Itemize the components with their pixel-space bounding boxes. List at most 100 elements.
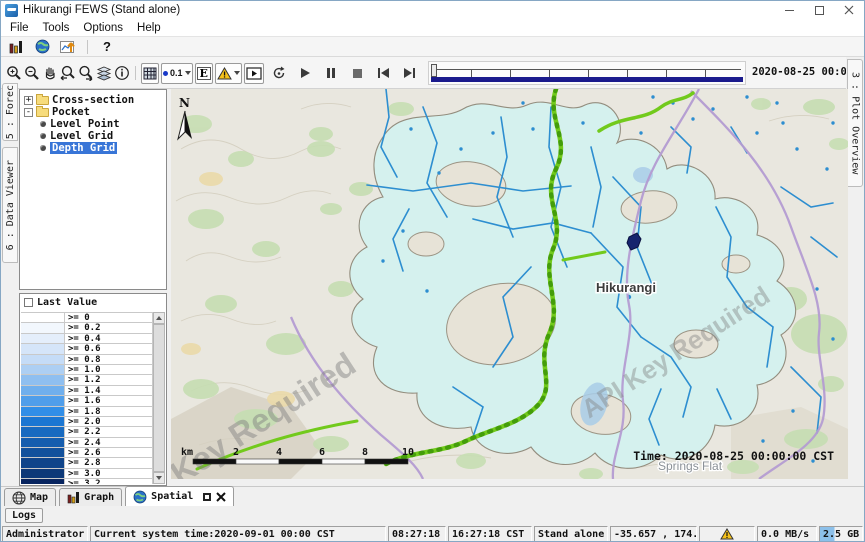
- zoom-next-button[interactable]: [77, 62, 95, 84]
- info-button[interactable]: [113, 62, 131, 84]
- class-break-dropdown[interactable]: 0.1: [161, 63, 193, 84]
- maximize-icon: [815, 6, 824, 15]
- stop-icon: [353, 69, 362, 78]
- pan-button[interactable]: [41, 62, 59, 84]
- tree-node-cross-section[interactable]: + Cross-section: [22, 94, 164, 106]
- legend-label: >= 0: [65, 313, 152, 322]
- legend-row: >= 3.0: [21, 469, 152, 479]
- legend-swatch: [21, 479, 65, 484]
- legend-row: >= 2.2: [21, 427, 152, 437]
- status-warning[interactable]: [699, 526, 755, 542]
- menu-options[interactable]: Options: [76, 22, 130, 34]
- scrollbar-thumb[interactable]: [153, 324, 165, 472]
- tree-node-pocket[interactable]: - Pocket: [22, 106, 164, 118]
- tree-node-level-point[interactable]: Level Point: [22, 118, 164, 130]
- scroll-up-button[interactable]: [153, 312, 165, 324]
- map-display-button[interactable]: [31, 38, 53, 56]
- layers-button[interactable]: [95, 62, 113, 84]
- legend-swatch: [21, 375, 65, 384]
- warning-dropdown[interactable]: [215, 63, 242, 84]
- application-window: Hikurangi FEWS (Stand alone) File Tools …: [0, 0, 865, 542]
- legend-swatch: [21, 334, 65, 343]
- label-toggle-button[interactable]: E: [195, 63, 213, 84]
- window-controls: [774, 1, 864, 19]
- legend-rows: >= 0>= 0.2>= 0.4>= 0.6>= 0.8>= 1.0>= 1.2…: [21, 312, 152, 484]
- play-button[interactable]: [297, 62, 314, 84]
- timeseries-button[interactable]: [57, 38, 79, 56]
- zoom-in-button[interactable]: [5, 62, 23, 84]
- minimize-button[interactable]: [774, 1, 804, 19]
- legend-swatch: [21, 438, 65, 447]
- tree-node-label: Pocket: [52, 106, 90, 118]
- zoom-out-button[interactable]: [23, 62, 41, 84]
- legend-swatch: [21, 458, 65, 467]
- time-slider-thumb[interactable]: [431, 64, 437, 77]
- tab-spatial[interactable]: Spatial: [125, 486, 234, 506]
- legend-label: >= 1.6: [65, 396, 152, 405]
- legend-label: >= 1.2: [65, 375, 152, 384]
- time-slider-ticks: [433, 69, 741, 77]
- tab-map[interactable]: Map: [4, 488, 56, 506]
- tab-data-viewer[interactable]: 6 : Data Viewer: [2, 147, 18, 263]
- status-bar: Administrator Current system time:2020-0…: [1, 525, 864, 542]
- zoom-previous-button[interactable]: [59, 62, 77, 84]
- animation-settings-button[interactable]: [270, 62, 288, 84]
- maximize-panel-icon[interactable]: [203, 493, 211, 501]
- legend-panel: Last Value >= 0>= 0.2>= 0.4>= 0.6>= 0.8>…: [19, 293, 167, 486]
- legend-label: >= 2.6: [65, 448, 152, 457]
- last-value-label: Last Value: [37, 297, 97, 308]
- zoom-in-icon: [6, 65, 22, 81]
- tree-node-depth-grid[interactable]: Depth Grid: [22, 142, 164, 154]
- tab-graph[interactable]: Graph: [59, 488, 122, 506]
- menu-help[interactable]: Help: [130, 22, 168, 34]
- globe-icon: [133, 490, 147, 504]
- legend-scrollbar[interactable]: [152, 312, 165, 484]
- chevron-down-icon: [185, 71, 191, 75]
- data-display-button[interactable]: [5, 38, 27, 56]
- tree-node-label-selected: Depth Grid: [50, 142, 117, 154]
- stop-button[interactable]: [349, 62, 366, 84]
- tab-plot-overview[interactable]: 3 : Plot Overview: [847, 59, 863, 187]
- last-value-checkbox[interactable]: [24, 298, 33, 307]
- arrow-up-icon: [156, 316, 162, 320]
- bar-chart-icon: [67, 491, 80, 504]
- map-canvas[interactable]: API Key Required API Key Required Hikura…: [171, 89, 848, 479]
- last-frame-button[interactable]: [401, 62, 418, 84]
- dot-icon: [163, 71, 168, 76]
- export-animation-button[interactable]: [244, 63, 264, 84]
- time-slider-range-bar: [431, 77, 743, 82]
- time-slider[interactable]: [428, 61, 746, 85]
- map-toolbar-buttons: 0.1 E: [5, 60, 444, 86]
- expander-plus-icon[interactable]: +: [24, 96, 33, 105]
- scroll-down-button[interactable]: [153, 472, 165, 484]
- maximize-button[interactable]: [804, 1, 834, 19]
- status-coordinates: -35.657 , 174.199: [610, 526, 697, 542]
- arrow-down-icon: [156, 476, 162, 480]
- skip-start-icon: [378, 68, 389, 78]
- main-toolbar: ?: [1, 36, 864, 57]
- close-button[interactable]: [834, 1, 864, 19]
- menu-file[interactable]: File: [3, 22, 36, 34]
- logs-button[interactable]: Logs: [5, 508, 43, 523]
- expander-minus-icon[interactable]: -: [24, 108, 33, 117]
- grid-toggle-button[interactable]: [141, 63, 159, 84]
- legend-header: Last Value: [20, 294, 166, 311]
- tree-node-level-grid[interactable]: Level Grid: [22, 130, 164, 142]
- menu-tools[interactable]: Tools: [36, 22, 77, 34]
- pause-button[interactable]: [323, 62, 340, 84]
- tab-forecast[interactable]: 5 : Forec: [2, 83, 18, 141]
- close-tab-icon[interactable]: [216, 492, 226, 502]
- town-label: Hikurangi: [596, 280, 656, 295]
- globe-icon: [35, 39, 50, 54]
- help-button[interactable]: ?: [96, 38, 118, 56]
- first-frame-button[interactable]: [375, 62, 392, 84]
- status-local-time: 16:27:18 CST: [448, 526, 532, 542]
- loop-icon: [271, 65, 287, 81]
- tab-graph-label: Graph: [84, 492, 114, 503]
- map-view[interactable]: API Key Required API Key Required Hikura…: [171, 89, 848, 479]
- legend-label: >= 0.4: [65, 334, 152, 343]
- legend-row: >= 1.8: [21, 407, 152, 417]
- legend-swatch: [21, 323, 65, 332]
- play-icon: [299, 67, 311, 79]
- legend-row: >= 1.4: [21, 386, 152, 396]
